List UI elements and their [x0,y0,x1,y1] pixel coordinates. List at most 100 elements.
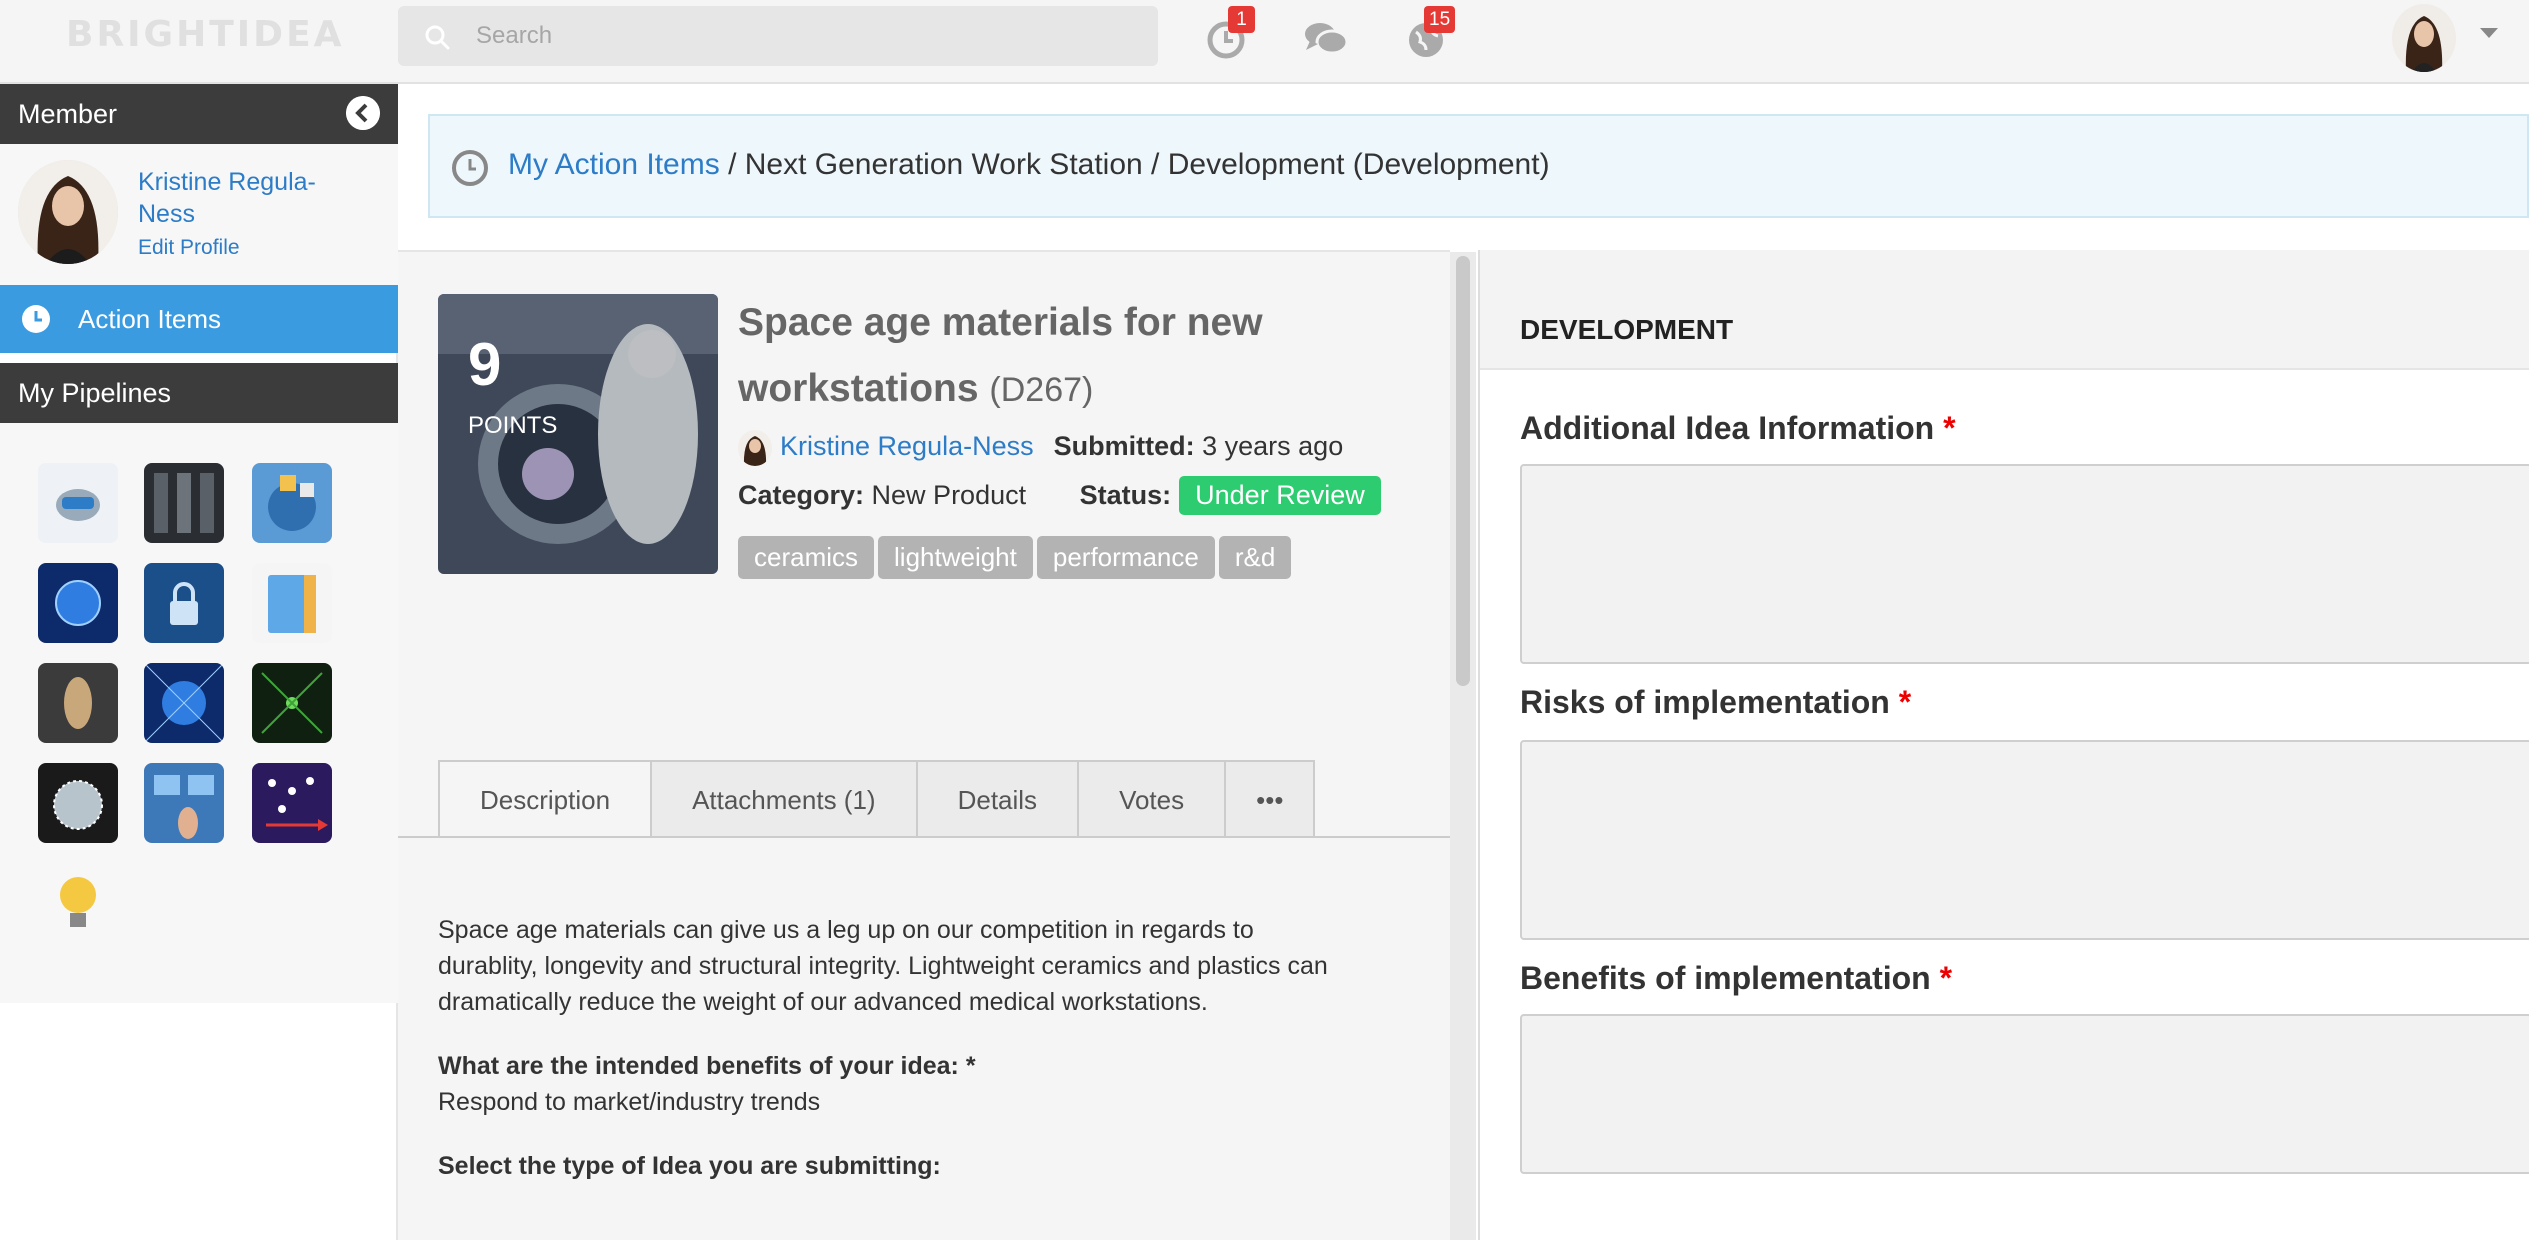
puzzle-globe-icon [252,463,332,543]
question-benefits: What are the intended benefits of your i… [438,1052,976,1080]
field-label-text: Additional Idea Information [1520,410,1935,446]
member-header: Member [0,84,398,144]
idea-description: Space age materials can give us a leg up… [438,912,1338,1184]
touchscreen-icon [144,763,224,843]
idea-panel: 9 POINTS Space age materials for new wor… [398,250,1476,1240]
pipeline-thumbnail[interactable] [252,463,332,543]
top-bar: BRIGHTIDEA 1 15 [0,0,2529,84]
required-marker: * [1943,410,1956,446]
notifications-button[interactable]: 15 [1404,6,1456,62]
field-label-text: Risks of implementation [1520,684,1890,720]
clock-icon [452,150,488,186]
submitted-label: Submitted: [1053,431,1195,462]
additional-info-textarea[interactable] [1520,464,2529,664]
idea-image[interactable]: 9 POINTS [438,294,718,574]
pipeline-thumbnail[interactable] [144,763,224,843]
chat-bubbles-icon [1305,23,1349,55]
tab-more[interactable]: ••• [1224,760,1316,838]
book-icon [252,563,332,643]
idea-scrollbar[interactable] [1450,252,1476,1240]
answer-benefits: Respond to market/industry trends [438,1088,821,1116]
field-label-benefits: Benefits of implementation * [1520,960,1952,997]
blue-globe-icon [38,563,118,643]
idea-meta-category: Category: New Product Status: Under Revie… [738,476,1381,515]
avatar-image [738,430,772,466]
pipelines-grid [0,423,398,1003]
sidebar-item-label: Action Items [78,304,222,334]
breadcrumb-current: / Next Generation Work Station / Develop… [719,148,1550,181]
pipelines-header-label: My Pipelines [18,378,172,408]
chevron-left-circle-icon[interactable] [346,96,380,130]
tab-attachments[interactable]: Attachments (1) [650,760,916,838]
sidebar-item-action-items[interactable]: Action Items [0,285,398,353]
pipeline-thumbnail[interactable] [38,763,118,843]
breadcrumb-my-action-items[interactable]: My Action Items [508,148,720,181]
tab-votes[interactable]: Votes [1077,760,1225,838]
risks-textarea[interactable] [1520,740,2529,940]
tag-list: ceramics lightweight performance r&d [738,536,1295,579]
tag-rd[interactable]: r&d [1218,536,1292,579]
pipeline-thumbnail[interactable] [38,863,118,943]
lightbulb-icon [38,863,118,943]
submitted-value: 3 years ago [1202,431,1344,462]
field-label-additional-info: Additional Idea Information * [1520,410,1956,447]
pipeline-thumbnail[interactable] [252,763,332,843]
blue-globe-icon [144,663,224,743]
tab-divider [398,836,1450,838]
profile-name-link[interactable]: Kristine Regula-Ness [138,166,358,230]
pipeline-thumbnail[interactable] [38,463,118,543]
status-label: Status: [1079,480,1172,510]
author-link[interactable]: Kristine Regula-Ness [780,431,1034,461]
avatar-image [2392,4,2456,72]
development-header: DEVELOPMENT [1480,250,2529,370]
pipeline-thumbnail[interactable] [144,663,224,743]
idea-tabs: Description Attachments (1) Details Vote… [438,760,1316,838]
required-marker: * [1939,960,1953,996]
notifications-badge: 15 [1424,6,1456,33]
edit-profile-link[interactable]: Edit Profile [138,236,240,260]
idea-meta-author: Kristine Regula-Ness Submitted: 3 years a… [738,430,1343,466]
lock-icon [144,563,224,643]
field-label-text: Benefits of implementation [1520,960,1931,996]
search-box[interactable] [398,6,1158,66]
required-marker: * [1898,684,1912,720]
dots-arrow-icon [252,763,332,843]
idea-code: (D267) [989,371,1094,409]
sidebar: Member Kristine Regula-Ness Edit Profile… [0,84,398,1240]
pipeline-thumbnail[interactable] [38,663,118,743]
pipeline-thumbnail[interactable] [252,663,332,743]
field-label-risks: Risks of implementation * [1520,684,1911,721]
category-value: New Product [871,480,1027,510]
brand-logo[interactable]: BRIGHTIDEA [66,14,345,55]
development-panel: DEVELOPMENT Additional Idea Information … [1478,250,2529,1240]
tag-lightweight[interactable]: lightweight [878,536,1033,579]
pipelines-header: My Pipelines [0,363,398,423]
breadcrumb: My Action Items / Next Generation Work S… [428,114,2529,218]
author-avatar[interactable] [738,430,772,466]
profile-card: Kristine Regula-Ness Edit Profile [0,144,398,285]
action-items-badge: 1 [1228,6,1255,33]
pipeline-thumbnail[interactable] [38,563,118,643]
search-icon [425,25,450,50]
member-header-label: Member [18,99,118,129]
sculpture-icon [38,663,118,743]
clock-icon [22,305,50,333]
scrollbar-thumb[interactable] [1456,256,1470,686]
tag-performance[interactable]: performance [1036,536,1215,579]
action-items-button[interactable]: 1 [1204,6,1255,62]
benefits-textarea[interactable] [1520,1014,2529,1174]
pipeline-thumbnail[interactable] [252,563,332,643]
profile-avatar[interactable] [18,160,118,264]
tab-description[interactable]: Description [438,760,651,838]
chevron-down-icon[interactable] [2480,28,2498,38]
tag-ceramics[interactable]: ceramics [738,536,875,579]
server-room-icon [144,463,224,543]
search-input[interactable] [476,14,1136,58]
pipeline-thumbnail[interactable] [144,563,224,643]
pipeline-thumbnail[interactable] [144,463,224,543]
tab-details[interactable]: Details [915,760,1078,838]
idea-title: Space age materials for new workstations… [738,290,1378,423]
category-label: Category: [738,480,865,510]
user-avatar[interactable] [2392,4,2456,72]
messages-button[interactable] [1302,14,1350,62]
